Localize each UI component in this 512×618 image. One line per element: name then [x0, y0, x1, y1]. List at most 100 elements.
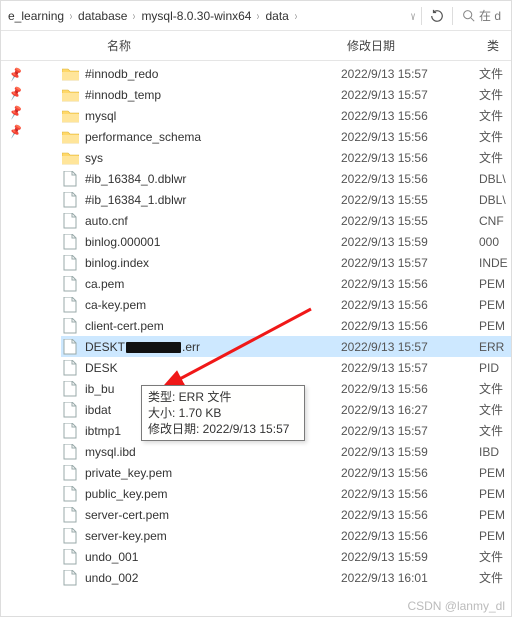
file-row[interactable]: ca-key.pem2022/9/13 15:56 PEM	[61, 294, 511, 315]
file-row[interactable]: undo_0012022/9/13 15:59文件	[61, 546, 511, 567]
file-date: 2022/9/13 15:57	[341, 67, 428, 81]
search-box[interactable]: 在 d	[456, 7, 507, 24]
file-type: 文件	[479, 569, 503, 586]
folder-icon	[61, 149, 79, 167]
address-bar: e_learning›database›mysql-8.0.30-winx64›…	[1, 1, 511, 31]
file-date: 2022/9/13 15:59	[341, 445, 428, 459]
file-row[interactable]: server-key.pem2022/9/13 15:56PEM	[61, 525, 511, 546]
folder-icon	[61, 65, 79, 83]
file-name: auto.cnf	[85, 214, 341, 228]
file-date: 2022/9/13 15:56	[341, 466, 428, 480]
file-type: 文件	[479, 107, 503, 124]
chevron-down-icon[interactable]: v	[410, 9, 416, 23]
file-date: 2022/9/13 16:27	[341, 403, 428, 417]
chevron-right-icon[interactable]: ›	[69, 9, 74, 23]
file-row[interactable]: #ib_16384_1.dblwr2022/9/13 15:55DBL\	[61, 189, 511, 210]
breadcrumb-item[interactable]: data	[262, 5, 291, 27]
column-header-name[interactable]: 名称	[101, 37, 341, 54]
file-row[interactable]: private_key.pem2022/9/13 15:56PEM	[61, 462, 511, 483]
file-name: #ib_16384_1.dblwr	[85, 193, 341, 207]
file-row[interactable]: client-cert.pem2022/9/13 15:56PEM	[61, 315, 511, 336]
file-row[interactable]: public_key.pem2022/9/13 15:56PEM	[61, 483, 511, 504]
file-icon	[61, 569, 79, 587]
file-row[interactable]: performance_schema2022/9/13 15:56文件	[61, 126, 511, 147]
breadcrumb-item[interactable]: database	[75, 5, 130, 27]
separator	[452, 7, 453, 25]
file-name: #ib_16384_0.dblwr	[85, 172, 341, 186]
file-date: 2022/9/13 15:56	[341, 172, 428, 186]
column-header-type[interactable]: 类	[481, 37, 505, 54]
file-row[interactable]: undo_0022022/9/13 16:01文件	[61, 567, 511, 588]
pin-icon[interactable]: 📌	[8, 123, 25, 139]
file-row[interactable]: DESK2022/9/13 15:57PID	[61, 357, 511, 378]
refresh-button[interactable]	[425, 4, 449, 28]
file-date: 2022/9/13 15:56	[341, 109, 428, 123]
file-icon	[61, 401, 79, 419]
tooltip-line-size: 大小: 1.70 KB	[148, 405, 298, 421]
file-name: binlog.index	[85, 256, 341, 270]
file-name: public_key.pem	[85, 487, 341, 501]
file-icon	[61, 464, 79, 482]
pin-icon[interactable]: 📌	[8, 104, 25, 120]
file-date: 2022/9/13 15:59	[341, 550, 428, 564]
file-icon	[61, 317, 79, 335]
file-icon	[61, 296, 79, 314]
file-row[interactable]: sys2022/9/13 15:56文件	[61, 147, 511, 168]
file-type: 文件	[479, 128, 503, 145]
file-name: private_key.pem	[85, 466, 341, 480]
file-row[interactable]: #innodb_temp2022/9/13 15:57文件	[61, 84, 511, 105]
file-icon	[61, 338, 79, 356]
file-date: 2022/9/13 15:57	[341, 361, 428, 375]
file-row[interactable]: mysql.ibd2022/9/13 15:59IBD	[61, 441, 511, 462]
search-placeholder: 在 d	[479, 7, 501, 24]
file-date: 2022/9/13 15:56	[341, 130, 428, 144]
file-row[interactable]: server-cert.pem2022/9/13 15:56PEM	[61, 504, 511, 525]
file-name: #innodb_redo	[85, 67, 341, 81]
column-header-date[interactable]: 修改日期	[341, 37, 405, 54]
file-name: ca-key.pem	[85, 298, 341, 312]
file-type: PEM	[479, 529, 505, 543]
file-name: server-cert.pem	[85, 508, 341, 522]
pin-icon[interactable]: 📌	[8, 85, 25, 101]
file-name: mysql	[85, 109, 341, 123]
file-row[interactable]: #innodb_redo2022/9/13 15:57文件	[61, 63, 511, 84]
file-date: 2022/9/13 15:57	[341, 424, 428, 438]
file-row[interactable]: binlog.index2022/9/13 15:57INDE	[61, 252, 511, 273]
breadcrumb-item[interactable]: mysql-8.0.30-winx64	[138, 5, 254, 27]
chevron-right-icon[interactable]: ›	[132, 9, 137, 23]
file-date: 2022/9/13 15:56	[341, 298, 428, 312]
file-date: 2022/9/13 15:57	[341, 88, 428, 102]
file-icon	[61, 254, 79, 272]
tooltip-line-type: 类型: ERR 文件	[148, 389, 298, 405]
chevron-right-icon[interactable]: ›	[256, 9, 261, 23]
file-date: 2022/9/13 15:57	[341, 340, 428, 354]
file-type: PEM	[479, 298, 505, 312]
file-type: PEM	[479, 319, 505, 333]
file-icon	[61, 191, 79, 209]
file-type: PEM	[479, 487, 505, 501]
refresh-icon	[430, 9, 444, 23]
file-row[interactable]: auto.cnf2022/9/13 15:55CNF	[61, 210, 511, 231]
search-icon	[462, 9, 475, 22]
file-type: 文件	[479, 548, 503, 565]
file-type: DBL\	[479, 193, 506, 207]
folder-icon	[61, 128, 79, 146]
file-name: DESKT.err	[85, 340, 341, 354]
redacted-text	[126, 342, 181, 353]
folder-icon	[61, 86, 79, 104]
file-type: ERR	[479, 340, 504, 354]
file-row[interactable]: DESKT.err2022/9/13 15:57 ERR	[61, 336, 511, 357]
pin-icon[interactable]: 📌	[8, 66, 25, 82]
file-date: 2022/9/13 15:56	[341, 277, 428, 291]
file-icon	[61, 359, 79, 377]
file-row[interactable]: binlog.0000012022/9/13 15:59000	[61, 231, 511, 252]
file-name: #innodb_temp	[85, 88, 341, 102]
file-type: DBL\	[479, 172, 506, 186]
folder-icon	[61, 107, 79, 125]
file-row[interactable]: #ib_16384_0.dblwr2022/9/13 15:56 DBL\	[61, 168, 511, 189]
file-row[interactable]: mysql2022/9/13 15:56 文件	[61, 105, 511, 126]
breadcrumb-item[interactable]: e_learning	[5, 5, 67, 27]
file-date: 2022/9/13 15:56	[341, 319, 428, 333]
chevron-right-icon[interactable]: ›	[293, 9, 298, 23]
file-row[interactable]: ca.pem2022/9/13 15:56PEM	[61, 273, 511, 294]
